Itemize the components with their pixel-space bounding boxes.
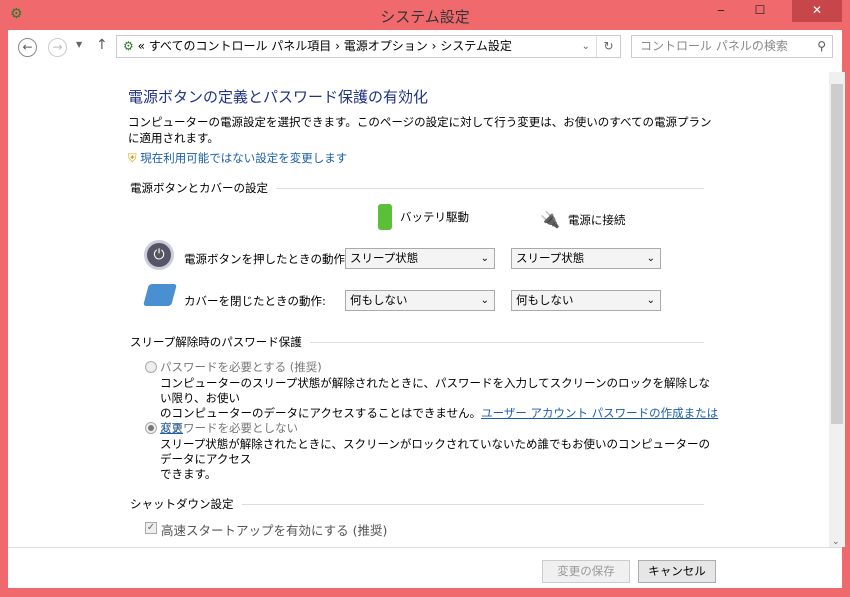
navigation-bar: ← → ▼ ↑ ⚙ « すべてのコントロール パネル項目 › 電源オプション ›…: [8, 30, 842, 64]
power-button-plugged-select[interactable]: スリープ状態 ⌄: [511, 248, 661, 269]
vertical-scrollbar[interactable]: ⌄: [829, 72, 845, 547]
battery-column-header: バッテリ駆動: [378, 204, 469, 230]
breadcrumb-separator: ›: [431, 39, 437, 53]
breadcrumb-all-items[interactable]: すべてのコントロール パネル項目: [149, 39, 332, 53]
minimize-button[interactable]: ‒: [706, 0, 736, 22]
no-password-label: パスワードを必要としない: [160, 421, 298, 435]
admin-link-text[interactable]: 現在利用可能ではない設定を変更します: [140, 151, 347, 165]
chevron-down-icon: ⌄: [480, 295, 489, 306]
fast-startup-label: 高速スタートアップを有効にする (推奨): [161, 523, 388, 538]
chevron-down-icon: ⌄: [646, 253, 655, 264]
chevron-down-icon: ⌄: [480, 253, 489, 264]
search-icon[interactable]: ⚲: [817, 36, 826, 57]
battery-icon: [378, 204, 392, 230]
recent-dropdown-icon[interactable]: ▼: [76, 40, 82, 49]
up-icon[interactable]: ↑: [96, 37, 108, 53]
plugged-column-header: 🔌 電源に接続: [540, 210, 625, 229]
close-button[interactable]: ✕: [792, 0, 842, 22]
control-panel-icon: ⚙: [123, 39, 134, 53]
lid-plugged-select[interactable]: 何もしない ⌄: [511, 290, 661, 311]
power-button-label: 電源ボタンを押したときの動作:: [184, 252, 349, 266]
desc-line: コンピューターのスリープ状態が解除されたときに、パスワードを入力してスクリーンの…: [160, 376, 711, 405]
power-button-icon: ⏻: [144, 240, 174, 270]
section-title: 電源ボタンとカバーの設定: [130, 181, 268, 195]
section-shutdown: シャットダウン設定: [130, 496, 704, 512]
section-title: スリープ解除時のパスワード保護: [130, 335, 302, 349]
refresh-icon[interactable]: ↻: [596, 36, 620, 57]
no-password-radio[interactable]: [145, 422, 157, 434]
admin-settings-link[interactable]: ⛨ 現在利用可能ではない設定を変更します: [128, 150, 347, 166]
chevron-down-icon[interactable]: ⌄: [582, 36, 590, 57]
breadcrumb-separator: ›: [335, 39, 340, 53]
plugged-label: 電源に接続: [567, 212, 626, 227]
address-bar[interactable]: ⚙ « すべてのコントロール パネル項目 › 電源オプション › システム設定 …: [116, 35, 621, 58]
lid-close-label: カバーを閉じたときの動作:: [184, 294, 326, 308]
desc-line: できます。: [160, 467, 217, 481]
require-password-label: パスワードを必要とする (推奨): [160, 360, 322, 374]
breadcrumb-overflow[interactable]: «: [138, 39, 145, 53]
scroll-down-icon[interactable]: ⌄: [832, 537, 840, 547]
cancel-button[interactable]: キャンセル: [638, 560, 716, 583]
desc-line: スリープ状態が解除されたときに、スクリーンがロックされていないため誰でもお使いの…: [160, 437, 711, 466]
title-bar: ⚙ システム設定 ‒ ☐ ✕: [0, 0, 850, 30]
selected-value: スリープ状態: [350, 251, 419, 265]
desc-line: のコンピューターのデータにアクセスすることはできません。: [160, 406, 482, 420]
forward-icon[interactable]: →: [48, 38, 67, 57]
scrollbar-thumb[interactable]: [831, 84, 843, 424]
search-placeholder: コントロール パネルの検索: [640, 39, 788, 53]
power-button-battery-select[interactable]: スリープ状態 ⌄: [345, 248, 495, 269]
save-changes-button[interactable]: 変更の保存: [542, 560, 630, 583]
maximize-button[interactable]: ☐: [745, 0, 775, 22]
fast-startup-checkbox[interactable]: ✓: [145, 522, 157, 534]
lid-battery-select[interactable]: 何もしない ⌄: [345, 290, 495, 311]
selected-value: 何もしない: [516, 293, 574, 307]
search-input[interactable]: コントロール パネルの検索 ⚲: [631, 35, 833, 58]
description: コンピューターの電源設定を選択できます。このページの設定に対して行う変更は、お使…: [128, 115, 712, 145]
selected-value: 何もしない: [350, 293, 408, 307]
power-plug-icon: 🔌: [540, 210, 560, 229]
window-client: ← → ▼ ↑ ⚙ « すべてのコントロール パネル項目 › 電源オプション ›…: [8, 30, 845, 588]
section-title: シャットダウン設定: [130, 497, 234, 511]
back-icon[interactable]: ←: [18, 38, 37, 57]
footer: 変更の保存 キャンセル: [8, 547, 842, 588]
chevron-down-icon: ⌄: [646, 295, 655, 306]
laptop-lid-icon: [143, 284, 177, 306]
page-title: 電源ボタンの定義とパスワード保護の有効化: [128, 88, 429, 106]
section-password: スリープ解除時のパスワード保護: [130, 334, 704, 350]
selected-value: スリープ状態: [516, 251, 585, 265]
content-area: 電源ボタンの定義とパスワード保護の有効化 コンピューターの電源設定を選択できます…: [8, 70, 828, 545]
require-password-radio[interactable]: [145, 361, 157, 373]
breadcrumb-system-settings[interactable]: システム設定: [440, 39, 512, 53]
section-power-buttons: 電源ボタンとカバーの設定: [130, 180, 704, 196]
shield-icon: ⛨: [128, 151, 137, 165]
battery-label: バッテリ駆動: [400, 210, 469, 224]
breadcrumb-power-options[interactable]: 電源オプション: [344, 39, 428, 53]
no-password-desc: スリープ状態が解除されたときに、スクリーンがロックされていないため誰でもお使いの…: [160, 437, 720, 482]
